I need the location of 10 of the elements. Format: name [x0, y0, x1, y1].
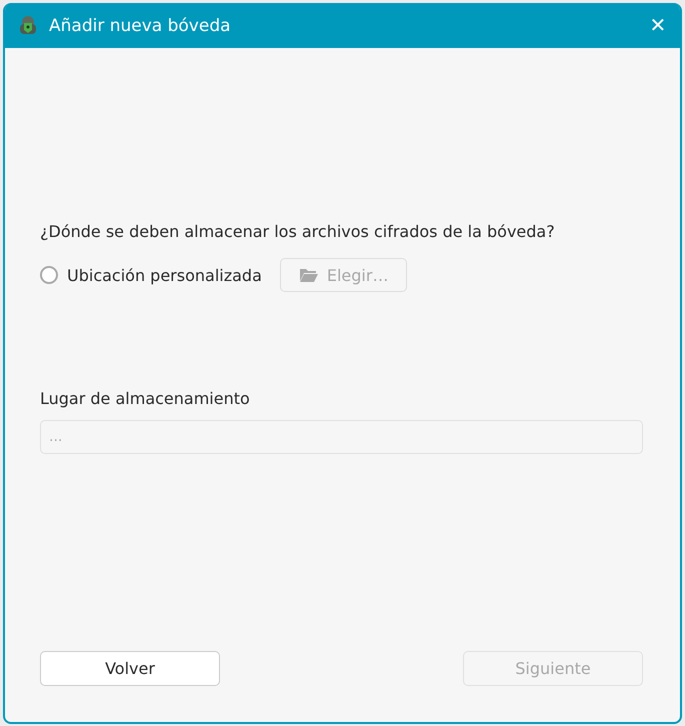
window-title: Añadir nueva bóveda: [49, 16, 232, 36]
storage-field[interactable]: ...: [40, 420, 643, 454]
question-text: ¿Dónde se deben almacenar los archivos cifrados de la bóveda?: [40, 222, 556, 241]
robot-icon: [17, 14, 39, 36]
close-button[interactable]: ✕: [636, 4, 680, 48]
radio-label[interactable]: Ubicación personalizada: [67, 266, 262, 284]
back-button[interactable]: Volver: [40, 651, 220, 686]
storage-label: Lugar de almacenamiento: [40, 389, 251, 408]
folder-icon: [298, 267, 319, 283]
radio-button[interactable]: [40, 266, 58, 284]
